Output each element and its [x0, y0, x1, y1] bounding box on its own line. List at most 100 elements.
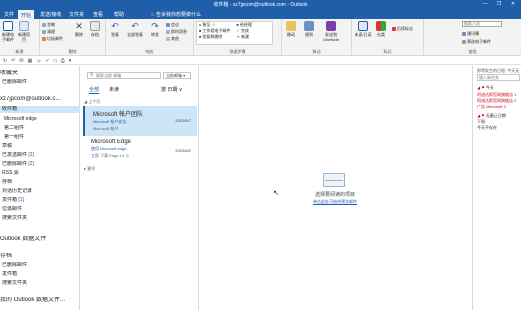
mail-icon[interactable]: ✉ [19, 58, 23, 64]
folder-rss[interactable]: RSS 源 [2, 170, 82, 177]
folder-drafts[interactable]: 草稿 [2, 143, 82, 150]
folder-archive-deleted[interactable]: 已删除邮件 [2, 262, 82, 269]
folder-outbox[interactable]: 发件箱 [1] [2, 197, 82, 204]
rules-button[interactable]: 规则 [302, 21, 316, 37]
reading-pane: ↖ 选择要阅读的项目 单击此处可始终预览邮件 [200, 66, 470, 310]
tab-help[interactable]: 帮助 [111, 10, 127, 19]
folder-inbox[interactable]: 收件箱 [0, 106, 80, 113]
address-book-button[interactable]: 通讯簿 [462, 31, 479, 36]
tab-unread[interactable]: 未读 [109, 86, 119, 93]
archive-header[interactable]: 存档 [0, 253, 80, 260]
folder-group2[interactable]: 第二组件 [4, 125, 84, 132]
envelope-icon [3, 21, 13, 31]
calendar-icon[interactable]: ▦ [28, 58, 33, 64]
new-email-button[interactable]: 新建电子邮件 [1, 21, 15, 42]
ribbon-tabs: 文件 开始 发送/接收 文件夹 查看 帮助 ○ 告诉我你想要做什么 [0, 9, 521, 19]
todo-group-today[interactable]: ◢ ⚑ 今天 [477, 85, 494, 91]
folder-archive-search[interactable]: 搜索文件夹 [2, 280, 82, 287]
followup-button[interactable]: 后续标志 [392, 26, 413, 31]
maximize-button[interactable]: ❐ [495, 1, 503, 7]
folder-microsoft-edge[interactable]: Microsoft edge [4, 116, 84, 123]
more-respond-button[interactable]: 其他 [166, 36, 179, 41]
folder-group1[interactable]: 第一组件 [4, 134, 84, 141]
unread-read-button[interactable]: 未读/已读 [354, 21, 372, 37]
envelope-icon [323, 173, 345, 187]
folder-icon[interactable]: □ [54, 58, 57, 64]
folder-search[interactable]: 搜索文件夹 [2, 215, 82, 222]
tab-view[interactable]: 查看 [90, 10, 106, 19]
search-scope-dropdown[interactable]: 当前邮箱 ▾ [163, 72, 191, 79]
mail-item[interactable]: Microsoft 帐户团队 Microsoft 帐户安全... Microso… [83, 106, 197, 136]
more-icon [166, 36, 170, 41]
print-icon[interactable]: ⎙ [61, 58, 65, 64]
outlook-data-file-header[interactable]: Outlook 数据文件 [0, 236, 80, 243]
folder-junk[interactable]: 垃圾邮件 [2, 206, 82, 213]
move-button[interactable]: 移动 [284, 21, 298, 37]
reply-button[interactable]: ↶ 答复 [108, 21, 122, 37]
folder-archive[interactable]: 存档 [2, 179, 82, 186]
meeting-button[interactable]: 会议 [166, 22, 179, 27]
always-preview-link[interactable]: 单击此处可始终预览邮件 [200, 199, 470, 205]
ribbon-group-new: 新建电子邮件 新建项目 新建 [0, 19, 40, 56]
folder-deleted-fav[interactable]: 已删除邮件 [2, 79, 82, 86]
categorize-button[interactable]: 分类 [374, 21, 388, 37]
new-items-button[interactable]: 新建项目 [17, 21, 31, 42]
quickstep-item[interactable]: ★ 新建 [235, 34, 273, 40]
people-icon[interactable]: ☺ [36, 58, 41, 64]
ignore-button[interactable]: 忽略 [42, 22, 55, 27]
folder-sent[interactable]: 已发送邮件 [2] [2, 152, 82, 159]
undo-icon[interactable]: ↶ [11, 58, 15, 64]
tab-home[interactable]: 开始 [18, 10, 35, 19]
search-people-input[interactable]: 搜索人员 [462, 21, 502, 27]
tasks-icon[interactable]: ✓ [45, 58, 49, 64]
quickstep-item[interactable]: ■ 答复和删除 [197, 34, 235, 40]
filter-email-button[interactable]: 筛选电子邮件 [462, 39, 491, 44]
tab-file[interactable]: 文件 [1, 10, 17, 19]
tell-me-box[interactable]: ○ 告诉我你想要做什么 [151, 11, 201, 19]
mail-preview: 立即 下载 Edge 13 小 [91, 153, 130, 158]
group-label-new: 新建 [15, 49, 24, 54]
group-header-last-month[interactable]: ◢ 上个月 [84, 99, 100, 105]
group-header-older[interactable]: ▸ 更早 [84, 166, 95, 172]
archive-button[interactable]: 存档 [88, 21, 102, 37]
todo-task[interactable]: 广告 Microsoft 3 [477, 104, 506, 110]
my-data-file-header[interactable]: 我的 Outlook 数据文件... [0, 297, 80, 304]
forward-button[interactable]: ↷ 转发 [148, 21, 162, 37]
group-label-respond: 响应 [145, 49, 154, 54]
search-input[interactable]: ⚲ 搜索当前 邮箱 [87, 72, 161, 79]
folder-deleted[interactable]: 已删除邮件 [2] [2, 161, 82, 168]
customize-qat-icon[interactable]: ▾ [69, 58, 72, 64]
reply-all-button[interactable]: ↶ 全部答复 [126, 21, 144, 37]
window-title: 收件箱 - xz7jpcom@outlook.com - Outlook [213, 2, 308, 8]
forward-arrow-icon: ↷ [150, 21, 160, 31]
delete-button[interactable]: ✕ 删除 [72, 21, 86, 37]
categorize-icon [376, 21, 386, 31]
quicksteps-gallery: ■ 移至: ? ■ 给经理 ■ 工作组电子邮件 ✓ 完成 ■ 答复和删除 ★ 新建 [196, 21, 273, 45]
cleanup-button[interactable]: 清理 [42, 29, 55, 34]
im-button[interactable]: 即时消息 [166, 29, 187, 34]
minimize-button[interactable]: — [481, 1, 489, 7]
delete-x-icon: ✕ [74, 21, 84, 31]
close-button[interactable]: ✕ [509, 1, 517, 7]
mail-item[interactable]: Microsoft Edge 使用 Microsoft edge... 立即 下… [83, 136, 197, 166]
mail-date: 2023/6/2 [175, 148, 191, 153]
tab-all[interactable]: 全部 [89, 86, 100, 94]
tab-folder[interactable]: 文件夹 [66, 10, 87, 19]
folder-favorites[interactable]: 收藏夹 [0, 70, 80, 77]
title-bar: 收件箱 - xz7jpcom@outlook.com - Outlook — ❐… [0, 0, 521, 9]
folder-conversation-history[interactable]: 对话历史记录 [2, 188, 82, 195]
followup-label: 后续标志 [397, 26, 413, 31]
folder-archive-outbox[interactable]: 发件箱 [2, 271, 82, 278]
account-header[interactable]: xz7jpcom@outlook.c... [0, 96, 80, 103]
mail-sender: Microsoft Edge [91, 139, 132, 145]
junk-button[interactable]: 垃圾邮件 [42, 36, 63, 41]
todo-group-later[interactable]: 今天不存在 [477, 125, 497, 131]
junk-icon [42, 36, 46, 41]
filter-icon [462, 39, 466, 44]
onenote-button[interactable]: 发送到 OneNote [320, 21, 342, 42]
send-receive-icon[interactable]: ↻ [3, 58, 7, 64]
sort-dropdown[interactable]: 按 日期 ∨ [161, 86, 182, 93]
new-task-input[interactable]: 键入新任务 [477, 74, 520, 81]
tab-send-receive[interactable]: 发送/接收 [37, 10, 64, 19]
lightbulb-icon: ○ [151, 11, 155, 18]
